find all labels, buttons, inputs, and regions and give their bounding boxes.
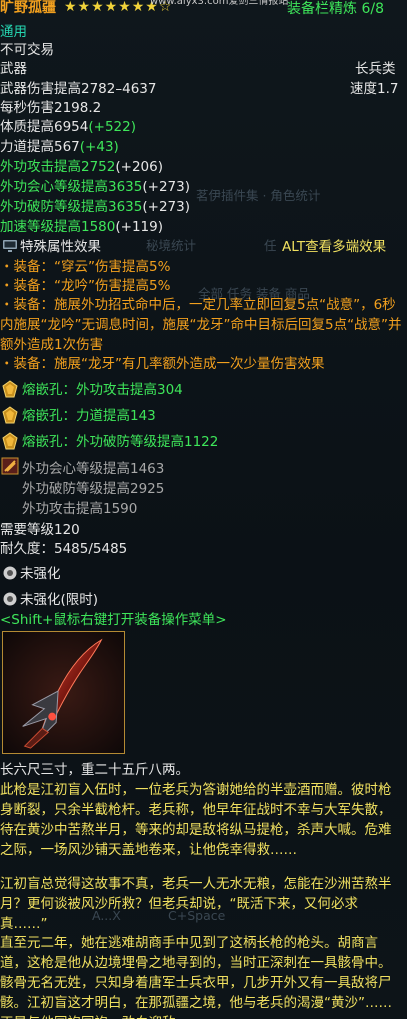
gem-slot-3: 熔嵌孔：外功破防等级提高1122 xyxy=(1,432,218,452)
monitor-icon xyxy=(2,238,18,254)
gem-slot-2: 熔嵌孔：力道提高143 xyxy=(1,406,156,426)
item-tooltip: 茗伊插件集 · 角色统计 秘境统计 任 全部 任务 装备 商品 A...X C+… xyxy=(0,0,407,1019)
enchant-2: 外功破防等级提高2925 xyxy=(22,481,165,497)
attack-speed: 速度1.7 xyxy=(350,81,399,97)
enchant-3: 外功攻击提高1590 xyxy=(22,501,138,517)
item-name: 旷野孤疆 xyxy=(0,0,56,16)
refine-level: 装备栏精炼 6/8 xyxy=(287,1,384,17)
enchant-block xyxy=(1,457,22,477)
attr-ext-crit: 外功会心等级提高3635(+273) xyxy=(0,179,190,195)
weapon-category: 长兵类 xyxy=(355,61,396,77)
lore-title: 长六尺三寸，重二十五斤八两。 xyxy=(0,762,189,778)
enchant-icon xyxy=(1,457,19,475)
effect-1: ・装备：“穿云”伤害提高5% xyxy=(0,259,171,275)
effect-3: ・装备：施展外功招式命中后，一定几率立即回复5点“战意”，6秒内施展“龙吟”无调… xyxy=(0,297,402,353)
gem-icon xyxy=(1,380,19,398)
enchant-1: 外功会心等级提高1463 xyxy=(22,461,165,477)
trade-status: 不可交易 xyxy=(0,42,54,58)
alt-hint: ALT查看多端效果 xyxy=(282,239,387,255)
attr-ext-attack: 外功攻击提高2752(+206) xyxy=(0,159,163,175)
gear-icon xyxy=(2,591,18,607)
item-type: 通用 xyxy=(0,24,27,40)
ghost-secret-stat: 秘境统计 xyxy=(146,238,197,253)
lore-paragraph-3: 直至元二年，她在逃难胡商手中见到了这柄长枪的枪头。胡商言道，这枪是他从边境埋骨之… xyxy=(0,935,392,1019)
attr-ext-pierce: 外功破防等级提高3635(+273) xyxy=(0,199,190,215)
durability: 耐久度：5485/5485 xyxy=(0,541,128,557)
spear-head-icon xyxy=(3,632,124,753)
attr-strength: 力道提高567(+43) xyxy=(0,139,119,155)
strengthen-timed-status: 未强化(限时) xyxy=(2,590,98,610)
special-effects-header: 特殊属性效果 xyxy=(2,237,101,257)
gear-icon xyxy=(2,565,18,581)
gem-icon xyxy=(1,432,19,450)
attr-haste: 加速等级提高1580(+119) xyxy=(0,219,163,235)
dps: 每秒伤害2198.2 xyxy=(0,100,102,116)
weapon-portrait xyxy=(2,631,125,754)
slot-type: 武器 xyxy=(0,61,27,77)
effect-2: ・装备：“龙吟”伤害提高5% xyxy=(0,278,171,294)
weapon-damage: 武器伤害提高2782–4637 xyxy=(0,81,157,97)
watermark-url: www.aiyx3.com爱剑三情报站 xyxy=(150,0,289,7)
shift-hint: <Shift+鼠标右键打开装备操作菜单> xyxy=(0,612,227,628)
gem-slot-1: 熔嵌孔：外功攻击提高304 xyxy=(1,380,183,400)
lore-paragraph-1: 此枪是江初盲入伍时，一位老兵为答谢她给的半壶酒而赠。彼时枪身断裂，只余半截枪杆。… xyxy=(0,782,392,858)
require-level: 需要等级120 xyxy=(0,522,80,538)
strengthen-status: 未强化 xyxy=(2,564,61,584)
ghost-plugin-title: 茗伊插件集 · 角色统计 xyxy=(196,188,321,203)
gem-icon xyxy=(1,406,19,424)
attr-vitality: 体质提高6954(+522) xyxy=(0,119,136,135)
effect-4: ・装备：施展“龙牙”有几率额外造成一次少量伤害效果 xyxy=(0,356,325,372)
ghost-task: 任 xyxy=(264,238,277,253)
tooltip-header: 旷野孤疆 ★★★★★★★☆ www.aiyx3.com爱剑三情报站 装备栏精炼 … xyxy=(0,0,407,22)
lore-paragraph-2: 江初盲总觉得这故事不真，老兵一人无水无粮，怎能在沙洲苦熬半月？更何谈被风沙所救？… xyxy=(0,876,392,932)
